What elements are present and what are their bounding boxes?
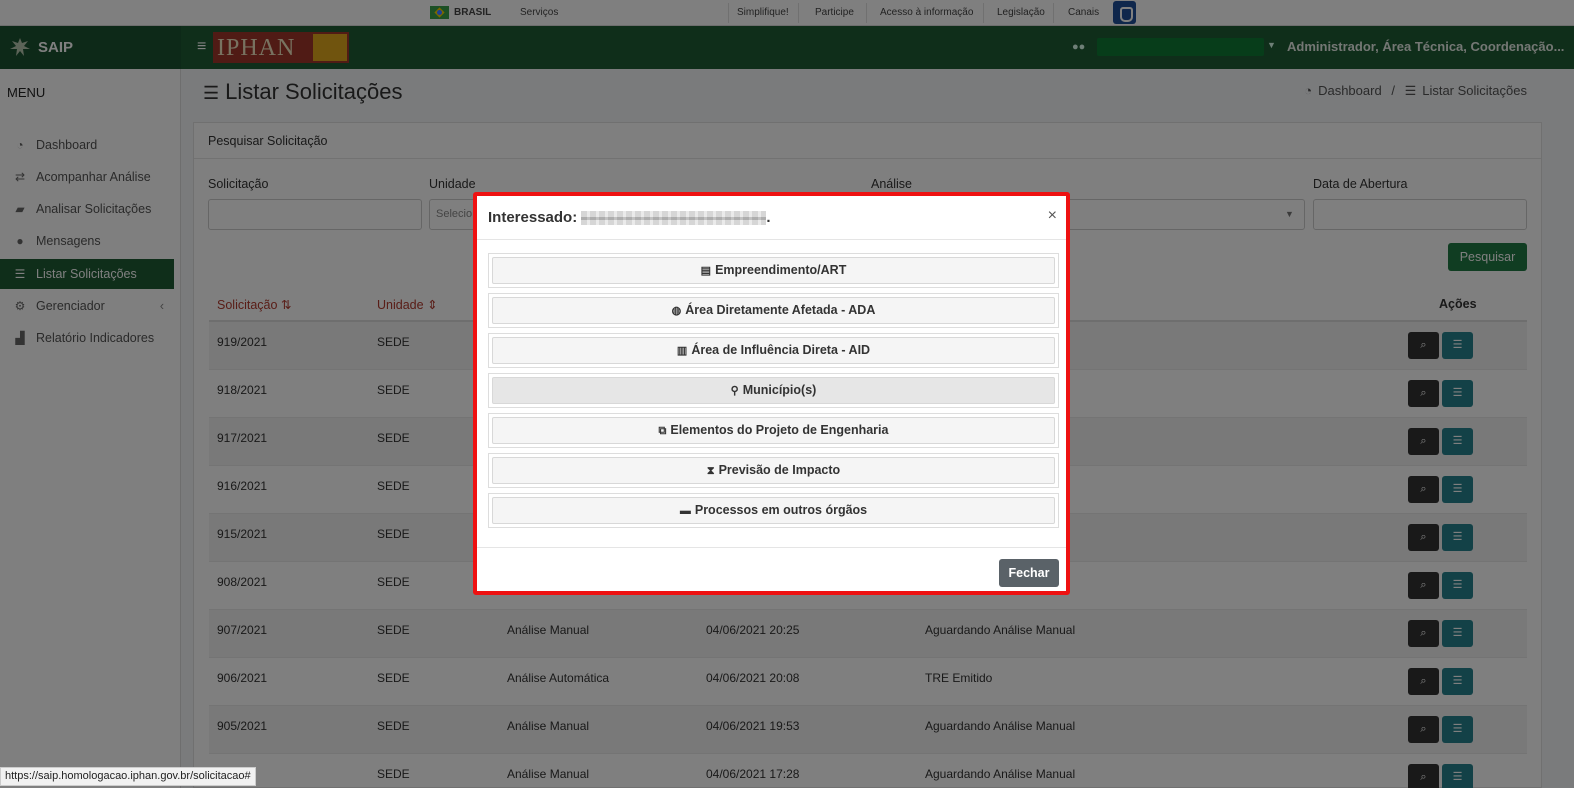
modal-option-label: Elementos do Projeto de Engenharia <box>670 423 889 437</box>
modal-option-label: Previsão de Impacto <box>718 463 841 477</box>
map-marker-icon: ⚲ <box>730 385 739 397</box>
map-icon: ▥ <box>676 345 688 357</box>
modal-option-button[interactable]: ⚲ Município(s) <box>492 377 1055 404</box>
modal-option-button[interactable]: ▤ Empreendimento/ART <box>492 257 1055 284</box>
modal-footer-divider <box>477 547 1066 548</box>
modal-option-2[interactable]: ▥ Área de Influência Direta - AID <box>488 333 1059 368</box>
modal-option-4[interactable]: ⧉ Elementos do Projeto de Engenharia <box>488 413 1059 448</box>
status-url: https://saip.homologacao.iphan.gov.br/so… <box>0 767 256 786</box>
modal-option-label: Processos em outros órgãos <box>694 503 868 517</box>
modal-option-button[interactable]: ▬ Processos em outros órgãos <box>492 497 1055 524</box>
modal-option-5[interactable]: ⧗ Previsão de Impacto <box>488 453 1059 488</box>
modal-option-3[interactable]: ⚲ Município(s) <box>488 373 1059 408</box>
modal-title: Interessado: . <box>488 209 771 226</box>
globe-icon: ◍ <box>671 305 682 317</box>
modal-title-prefix: Interessado: <box>488 209 578 226</box>
modal-option-1[interactable]: ◍ Área Diretamente Afetada - ADA <box>488 293 1059 328</box>
modal-option-6[interactable]: ▬ Processos em outros órgãos <box>488 493 1059 528</box>
modal-option-label: Empreendimento/ART <box>715 263 847 277</box>
modal-option-label: Área de Influência Direta - AID <box>691 343 871 357</box>
cubes-icon: ⧉ <box>658 425 667 437</box>
modal-header: Interessado: . × <box>477 196 1066 240</box>
modal-option-button[interactable]: ⧗ Previsão de Impacto <box>492 457 1055 484</box>
redacted-name <box>581 210 767 225</box>
modal-option-button[interactable]: ▥ Área de Influência Direta - AID <box>492 337 1055 364</box>
fechar-button[interactable]: Fechar <box>999 559 1059 587</box>
modal-option-button[interactable]: ◍ Área Diretamente Afetada - ADA <box>492 297 1055 324</box>
hourglass-icon: ⧗ <box>706 465 715 477</box>
modal-option-button[interactable]: ⧉ Elementos do Projeto de Engenharia <box>492 417 1055 444</box>
close-icon[interactable]: × <box>1048 207 1057 225</box>
modal-title-suffix: . <box>766 209 771 226</box>
modal-option-label: Área Diretamente Afetada - ADA <box>685 303 876 317</box>
modal-option-0[interactable]: ▤ Empreendimento/ART <box>488 253 1059 288</box>
building-icon: ▤ <box>700 265 712 277</box>
archive-icon: ▬ <box>679 505 691 517</box>
modal-option-label: Município(s) <box>742 383 817 397</box>
interessado-modal: Interessado: . × ▤ Empreendimento/ART ◍ Áre… <box>473 192 1070 595</box>
